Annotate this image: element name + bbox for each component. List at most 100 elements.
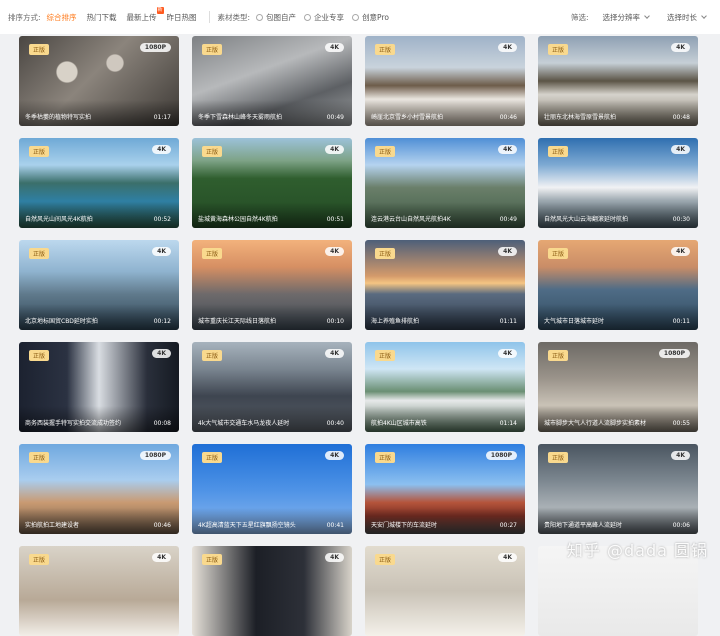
type-option-enterprise[interactable]: 企业专享 — [304, 12, 344, 23]
video-duration: 00:06 — [673, 522, 690, 529]
resolution-badge: 4K — [325, 247, 344, 256]
resolution-dropdown[interactable]: 选择分辨率 — [603, 12, 650, 23]
resolution-badge: 1080P — [140, 451, 171, 460]
type-option-label: 包图自产 — [266, 12, 296, 23]
video-title: 自然风光大山云海翻滚延时航拍 — [544, 214, 628, 223]
video-title: 大气城市日落城市延时 — [544, 316, 604, 325]
video-title: 盐城黄海森林公园自然4K航拍 — [198, 214, 278, 223]
resolution-badge: 4K — [498, 43, 517, 52]
sort-option-hot-download[interactable]: 热门下载 — [87, 12, 117, 23]
licensed-badge: 正版 — [29, 452, 49, 463]
licensed-badge: 正版 — [29, 248, 49, 259]
video-card[interactable]: 正版4K4k大气城市交通车水马龙夜人延时00:40 — [192, 342, 352, 432]
radio-circle-icon — [256, 14, 263, 21]
type-option-baotu[interactable]: 包图自产 — [256, 12, 296, 23]
video-card[interactable]: 正版4K自然风光山间风光4K航拍00:52 — [19, 138, 179, 228]
video-card[interactable]: 正版4K冬季下雪森林山峰冬天雾雨航拍00:49 — [192, 36, 352, 126]
chevron-down-icon — [701, 13, 707, 19]
licensed-badge: 正版 — [548, 350, 568, 361]
watermark: 知乎 @dada 圆锅 — [567, 537, 708, 561]
video-card[interactable]: 正版4K海上养殖鱼排航拍01:11 — [365, 240, 525, 330]
video-card[interactable]: 正版1080P冬季枯萎的植物特写实拍01:17 — [19, 36, 179, 126]
video-card[interactable]: 正版 1080P 城市脚步大气人行道人流脚步实拍素材 00:55 — [538, 342, 698, 432]
resolution-badge: 1080P — [659, 349, 690, 358]
sort-option-comprehensive[interactable]: 综合排序 — [47, 12, 77, 23]
video-card[interactable]: 正版1080P天安门城楼下的车流延时00:27 — [365, 444, 525, 534]
video-card[interactable]: 正版4K北京地标国贸CBD延时实拍00:12 — [19, 240, 179, 330]
licensed-badge: 正版 — [375, 146, 395, 157]
video-card[interactable]: 正版 4K 崎崖北京雪乡小村雪景航拍 00:46 — [365, 36, 525, 126]
duration-dropdown[interactable]: 选择时长 — [667, 12, 706, 23]
licensed-badge: 正版 — [375, 452, 395, 463]
licensed-badge: 正版 — [29, 146, 49, 157]
video-card[interactable]: 正版 4K 4K超高清蓝天下五星红旗飘扬空镜头 00:41 — [192, 444, 352, 534]
resolution-badge: 4K — [498, 553, 517, 562]
video-card[interactable]: 正版4K连云港云台山自然风光航拍4K00:49 — [365, 138, 525, 228]
licensed-badge: 正版 — [548, 44, 568, 55]
video-title: 4K超高清蓝天下五星红旗飘扬空镜头 — [198, 520, 296, 529]
resolution-badge: 4K — [498, 349, 517, 358]
video-duration: 00:55 — [673, 420, 690, 427]
licensed-badge: 正版 — [548, 452, 568, 463]
type-option-label: 创意Pro — [362, 12, 389, 23]
video-duration: 00:46 — [154, 522, 171, 529]
video-card[interactable]: 正版4K大气城市日落城市延时00:11 — [538, 240, 698, 330]
type-option-label: 企业专享 — [314, 12, 344, 23]
video-title: 海上养殖鱼排航拍 — [371, 316, 419, 325]
video-card[interactable]: 正版4K城市重庆长江天际线日落航拍00:10 — [192, 240, 352, 330]
video-card[interactable]: 正版4K — [19, 546, 179, 636]
radio-circle-icon — [352, 14, 359, 21]
licensed-badge: 正版 — [375, 350, 395, 361]
licensed-badge: 正版 — [375, 44, 395, 55]
video-card[interactable]: 正版4K自然风光大山云海翻滚延时航拍00:30 — [538, 138, 698, 228]
resolution-badge: 4K — [671, 43, 690, 52]
video-duration: 00:41 — [327, 522, 344, 529]
divider — [209, 11, 210, 23]
filter-right: 筛选: 选择分辨率 选择时长 — [571, 0, 706, 34]
video-duration: 01:17 — [154, 114, 171, 121]
video-title: 航拍4K山区城市高铁 — [371, 418, 427, 427]
resolution-badge: 4K — [498, 247, 517, 256]
resolution-badge: 4K — [325, 451, 344, 460]
type-option-creative-pro[interactable]: 创意Pro — [352, 12, 389, 23]
licensed-badge: 正版 — [29, 350, 49, 361]
resolution-badge: 4K — [671, 247, 690, 256]
sort-option-yesterday-hot[interactable]: 昨日热图 — [167, 12, 197, 23]
video-duration: 00:08 — [154, 420, 171, 427]
video-duration: 00:49 — [327, 114, 344, 121]
video-card[interactable]: 正版 4K 贵阳地下通道平高峰人流延时 00:06 — [538, 444, 698, 534]
licensed-badge: 正版 — [548, 146, 568, 157]
video-title: 4k大气城市交通车水马龙夜人延时 — [198, 418, 289, 427]
resolution-badge: 4K — [325, 349, 344, 358]
resolution-badge: 4K — [325, 145, 344, 154]
video-title: 北京地标国贸CBD延时实拍 — [25, 316, 98, 325]
video-duration: 00:49 — [500, 216, 517, 223]
video-card[interactable]: 正版4K航拍4K山区城市高铁01:14 — [365, 342, 525, 432]
video-card[interactable]: 正版 4K — [365, 546, 525, 636]
licensed-badge: 正版 — [375, 554, 395, 565]
filter-bar: 排序方式: 综合排序 热门下载 最新上传新 昨日热图 素材类型: 包图自产 企业… — [0, 0, 720, 34]
video-duration: 00:12 — [154, 318, 171, 325]
licensed-badge: 正版 — [202, 248, 222, 259]
sort-label: 排序方式: — [8, 12, 41, 23]
video-card[interactable]: 正版4K商务西装握手特写实拍交流成功签约00:08 — [19, 342, 179, 432]
video-card[interactable]: 正版4K盐城黄海森林公园自然4K航拍00:51 — [192, 138, 352, 228]
sort-option-latest[interactable]: 最新上传新 — [127, 12, 157, 23]
video-title: 冬季枯萎的植物特写实拍 — [25, 112, 91, 121]
radio-circle-icon — [304, 14, 311, 21]
resolution-badge: 4K — [671, 145, 690, 154]
video-title: 贵阳地下通道平高峰人流延时 — [544, 520, 622, 529]
video-title: 城市脚步大气人行道人流脚步实拍素材 — [544, 418, 646, 427]
licensed-badge: 正版 — [202, 452, 222, 463]
resolution-dropdown-label: 选择分辨率 — [603, 12, 641, 23]
video-card[interactable]: 正版4K — [192, 546, 352, 636]
resolution-badge: 4K — [671, 451, 690, 460]
video-card[interactable]: 正版1080P实拍航拍工地建设者00:46 — [19, 444, 179, 534]
resolution-badge: 1080P — [140, 43, 171, 52]
video-duration: 00:10 — [327, 318, 344, 325]
video-card[interactable]: 正版4K壮丽东北林海雪原雪景航拍00:48 — [538, 36, 698, 126]
video-duration: 00:46 — [500, 114, 517, 121]
video-title: 崎崖北京雪乡小村雪景航拍 — [371, 112, 443, 121]
video-duration: 00:51 — [327, 216, 344, 223]
licensed-badge: 正版 — [202, 554, 222, 565]
